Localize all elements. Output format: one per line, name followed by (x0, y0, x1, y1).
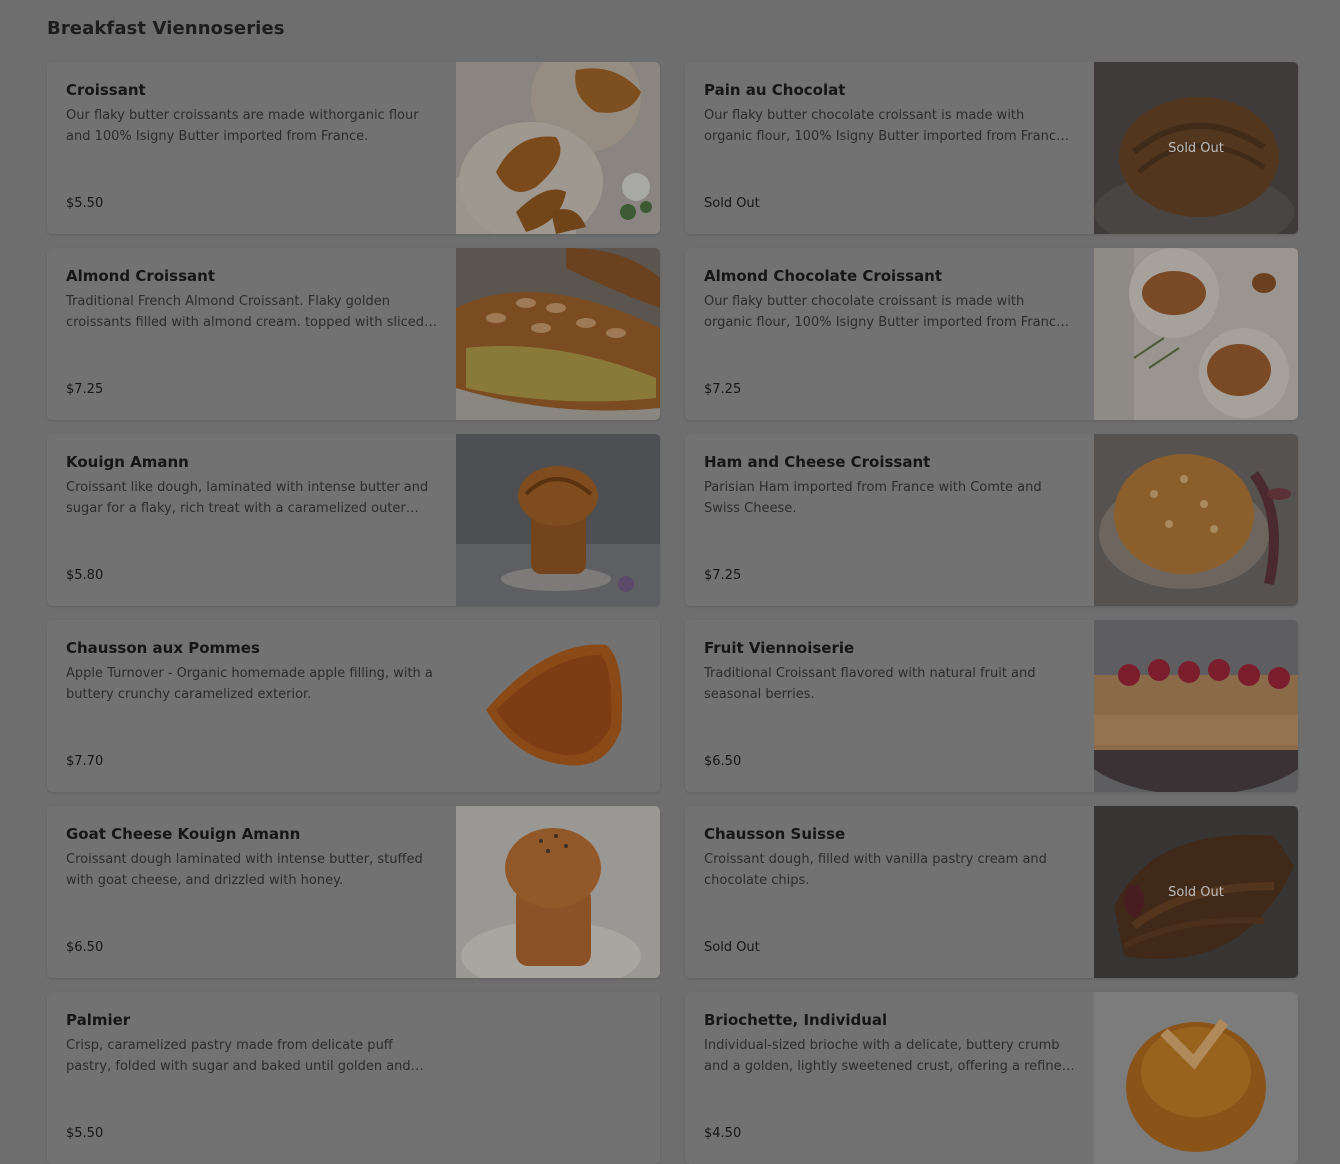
menu-item-price: $6.50 (704, 754, 742, 769)
croissant-photo (456, 62, 660, 234)
fruit-viennoiserie-photo (1094, 620, 1298, 792)
menu-item-description: Parisian Ham imported from France with C… (704, 480, 1042, 516)
menu-item-price: $7.25 (704, 382, 742, 397)
menu-item-text: Briochette, Individual Individual-sized b… (704, 1010, 1076, 1077)
menu-item-price: $6.50 (66, 940, 104, 955)
menu-item-name: Chausson Suisse (704, 825, 846, 843)
sold-out-badge: Sold Out (1094, 62, 1298, 234)
menu-item-price: $7.70 (66, 754, 104, 769)
ham-cheese-croissant-photo (1094, 434, 1298, 606)
menu-item-text: Almond Croissant Traditional French Almon… (66, 266, 438, 333)
menu-item-text: Pain au Chocolat Our flaky butter chocola… (704, 80, 1076, 147)
menu-item-description: Our flaky butter chocolate croissant is … (704, 108, 1064, 144)
menu-item-description: Crisp, caramelized pastry made from deli… (66, 1038, 411, 1074)
menu-item-name: Palmier (66, 1011, 131, 1029)
menu-item-text: Croissant Our flaky butter croissants are… (66, 80, 438, 147)
menu-item-description: Traditional Croissant flavored with natu… (704, 666, 1036, 702)
menu-item-text: Ham and Cheese Croissant Parisian Ham imp… (704, 452, 1076, 519)
menu-item-description: Traditional French Almond Croissant. Fla… (66, 294, 424, 330)
menu-item-description: Croissant dough laminated with intense b… (66, 852, 423, 888)
menu-item-description: Croissant like dough, laminated with int… (66, 480, 429, 516)
menu-item-card-briochette-individual[interactable]: Briochette, Individual Individual-sized b… (685, 992, 1298, 1164)
menu-item-description: Our flaky butter croissants are made wit… (66, 108, 419, 144)
menu-item-name: Almond Croissant (66, 267, 216, 285)
menu-item-card-kouign-amann[interactable]: Kouign Amann Croissant like dough, lamina… (47, 434, 660, 606)
menu-item-description: Apple Turnover - Organic homemade apple … (66, 666, 433, 702)
menu-item-name: Briochette, Individual (704, 1011, 888, 1029)
menu-item-name: Ham and Cheese Croissant (704, 453, 931, 471)
menu-item-card-croissant[interactable]: Croissant Our flaky butter croissants are… (47, 62, 660, 234)
chausson-suisse-photo: Sold Out (1094, 806, 1298, 978)
menu-item-name: Goat Cheese Kouign Amann (66, 825, 301, 843)
menu-item-name: Pain au Chocolat (704, 81, 846, 99)
section-title: Breakfast Viennoseries (47, 18, 285, 39)
menu-item-price: $5.50 (66, 196, 104, 211)
menu-item-text: Palmier Crisp, caramelized pastry made fr… (66, 1010, 438, 1077)
menu-item-card-pain-au-chocolat[interactable]: Pain au Chocolat Our flaky butter chocola… (685, 62, 1298, 234)
chausson-aux-pommes-photo (456, 620, 660, 792)
menu-item-card-chausson-suisse[interactable]: Chausson Suisse Croissant dough, filled w… (685, 806, 1298, 978)
menu-item-description: Croissant dough, filled with vanilla pas… (704, 852, 1047, 888)
goat-cheese-kouign-amann-photo (456, 806, 660, 978)
menu-item-text: Kouign Amann Croissant like dough, lamina… (66, 452, 438, 519)
kouign-amann-photo (456, 434, 660, 606)
sold-out-label: Sold Out (704, 940, 760, 955)
menu-item-text: Goat Cheese Kouign Amann Croissant dough … (66, 824, 438, 891)
menu-item-card-chausson-aux-pommes[interactable]: Chausson aux Pommes Apple Turnover - Orga… (47, 620, 660, 792)
menu-item-text: Fruit Viennoiserie Traditional Croissant … (704, 638, 1076, 705)
menu-item-card-almond-chocolate-croissant[interactable]: Almond Chocolate Croissant Our flaky butt… (685, 248, 1298, 420)
menu-item-name: Fruit Viennoiserie (704, 639, 855, 657)
menu-item-price: $5.80 (66, 568, 104, 583)
almond-croissant-photo (456, 248, 660, 420)
menu-item-name: Chausson aux Pommes (66, 639, 260, 657)
menu-item-price: $7.25 (704, 568, 742, 583)
menu-item-name: Kouign Amann (66, 453, 189, 471)
menu-item-card-fruit-viennoiserie[interactable]: Fruit Viennoiserie Traditional Croissant … (685, 620, 1298, 792)
menu-item-text: Chausson aux Pommes Apple Turnover - Orga… (66, 638, 438, 705)
menu-item-card-ham-and-cheese-croissant[interactable]: Ham and Cheese Croissant Parisian Ham imp… (685, 434, 1298, 606)
almond-chocolate-croissant-photo (1094, 248, 1298, 420)
menu-item-price: $7.25 (66, 382, 104, 397)
menu-item-description: Individual-sized brioche with a delicate… (704, 1038, 1070, 1074)
menu-item-text: Almond Chocolate Croissant Our flaky butt… (704, 266, 1076, 333)
menu-item-name: Croissant (66, 81, 146, 99)
sold-out-label: Sold Out (704, 196, 760, 211)
menu-item-description: Our flaky butter chocolate croissant is … (704, 294, 1064, 330)
briochette-photo (1094, 992, 1298, 1164)
menu-item-name: Almond Chocolate Croissant (704, 267, 943, 285)
menu-item-card-palmier[interactable]: Palmier Crisp, caramelized pastry made fr… (47, 992, 660, 1164)
menu-item-card-almond-croissant[interactable]: Almond Croissant Traditional French Almon… (47, 248, 660, 420)
menu-item-text: Chausson Suisse Croissant dough, filled w… (704, 824, 1076, 891)
sold-out-badge: Sold Out (1094, 806, 1298, 978)
menu-item-card-goat-cheese-kouign-amann[interactable]: Goat Cheese Kouign Amann Croissant dough … (47, 806, 660, 978)
pain-au-chocolat-photo: Sold Out (1094, 62, 1298, 234)
